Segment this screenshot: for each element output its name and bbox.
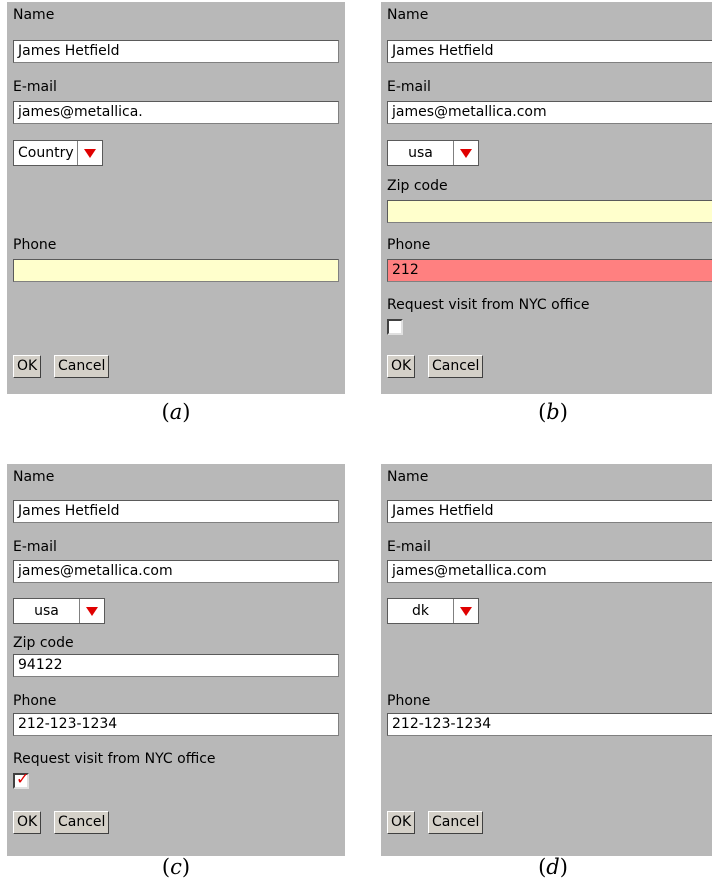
name-label: Name	[13, 469, 55, 485]
phone-label: Phone	[13, 693, 57, 709]
name-input[interactable]: James Hetfield	[387, 500, 712, 523]
zip-label: Zip code	[13, 635, 74, 651]
country-select-value: Country	[18, 145, 74, 161]
dropdown-button[interactable]	[453, 141, 478, 165]
checkmark-icon: ✓	[16, 769, 30, 788]
email-label: E-mail	[13, 539, 57, 555]
dropdown-button[interactable]	[77, 141, 102, 165]
phone-input[interactable]: 212-123-1234	[13, 713, 339, 736]
email-input[interactable]: james@metallica.com	[387, 560, 712, 583]
phone-label: Phone	[387, 237, 431, 253]
ok-button[interactable]: OK	[13, 811, 42, 834]
email-label: E-mail	[387, 539, 431, 555]
visit-checkbox[interactable]	[387, 319, 403, 335]
phone-label: Phone	[387, 693, 431, 709]
email-label: E-mail	[387, 79, 431, 95]
form-panel-a: Name James Hetfield E-mail james@metalli…	[7, 2, 345, 394]
phone-input[interactable]	[13, 259, 339, 282]
cancel-button[interactable]: Cancel	[428, 811, 484, 834]
name-label: Name	[387, 7, 429, 23]
zip-input[interactable]: 94122	[13, 654, 339, 677]
cancel-button[interactable]: Cancel	[428, 355, 484, 378]
email-input[interactable]: james@metallica.com	[13, 560, 339, 583]
phone-input[interactable]: 212-123-1234	[387, 713, 712, 736]
caption-c: c	[126, 855, 226, 879]
chevron-down-icon	[460, 606, 472, 616]
ok-button[interactable]: OK	[13, 355, 42, 378]
name-input[interactable]: James Hetfield	[13, 40, 339, 63]
country-select-value: dk	[412, 603, 429, 619]
chevron-down-icon	[460, 148, 472, 158]
ok-button[interactable]: OK	[387, 811, 416, 834]
form-panel-d: Name James Hetfield E-mail james@metalli…	[381, 464, 712, 856]
country-select-value: usa	[34, 603, 59, 619]
name-label: Name	[387, 469, 429, 485]
dropdown-button[interactable]	[79, 599, 104, 623]
caption-d: d	[503, 855, 603, 879]
name-input[interactable]: James Hetfield	[13, 500, 339, 523]
zip-label: Zip code	[387, 178, 448, 194]
country-select[interactable]: usa	[13, 598, 105, 624]
name-label: Name	[13, 7, 55, 23]
caption-a: a	[126, 400, 226, 424]
zip-input[interactable]	[387, 200, 712, 223]
chevron-down-icon	[86, 606, 98, 616]
cancel-button[interactable]: Cancel	[54, 811, 110, 834]
visit-label: Request visit from NYC office	[13, 751, 216, 767]
chevron-down-icon	[84, 148, 96, 158]
email-input[interactable]: james@metallica.	[13, 101, 339, 124]
ok-button[interactable]: OK	[387, 355, 416, 378]
form-panel-c: Name James Hetfield E-mail james@metalli…	[7, 464, 345, 856]
email-label: E-mail	[13, 79, 57, 95]
country-select[interactable]: usa	[387, 140, 479, 166]
country-select-value: usa	[408, 145, 433, 161]
caption-b: b	[503, 400, 603, 424]
visit-label: Request visit from NYC office	[387, 297, 590, 313]
phone-input[interactable]: 212	[387, 259, 712, 282]
name-input[interactable]: James Hetfield	[387, 40, 712, 63]
visit-checkbox[interactable]: ✓	[13, 769, 30, 789]
phone-label: Phone	[13, 237, 57, 253]
form-panel-b: Name James Hetfield E-mail james@metalli…	[381, 2, 712, 394]
dropdown-button[interactable]	[453, 599, 478, 623]
country-select[interactable]: Country	[13, 140, 103, 166]
cancel-button[interactable]: Cancel	[54, 355, 110, 378]
email-input[interactable]: james@metallica.com	[387, 101, 712, 124]
country-select[interactable]: dk	[387, 598, 479, 624]
